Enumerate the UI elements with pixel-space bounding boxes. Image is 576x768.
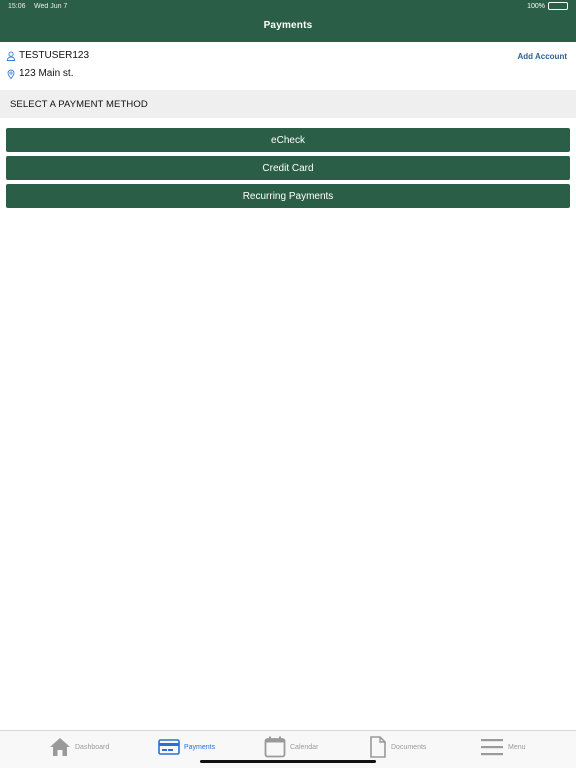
document-icon (369, 736, 387, 758)
status-right: 100% (527, 2, 568, 10)
status-date: Wed Jun 7 (34, 3, 68, 10)
tab-dashboard[interactable]: Dashboard (49, 735, 109, 759)
section-title: SELECT A PAYMENT METHOD (10, 99, 148, 110)
home-icon (49, 737, 71, 757)
tab-menu[interactable]: Menu (480, 735, 526, 759)
account-address-row: 123 Main st. (6, 68, 73, 79)
page-title: Payments (263, 20, 313, 31)
tab-calendar-label: Calendar (290, 743, 319, 751)
recurring-payments-button[interactable]: Recurring Payments (6, 184, 570, 208)
battery-percent: 100% (527, 2, 545, 10)
credit-card-icon (158, 739, 180, 755)
tab-payments-label: Payments (184, 743, 216, 751)
credit-card-button[interactable]: Credit Card (6, 156, 570, 180)
account-user-row: TESTUSER123 (6, 50, 89, 61)
echeck-button[interactable]: eCheck (6, 128, 570, 152)
add-account-link[interactable]: Add Account (518, 52, 567, 61)
menu-icon (480, 737, 504, 757)
account-info: TESTUSER123 123 Main st. Add Account (0, 42, 576, 90)
tab-dashboard-label: Dashboard (75, 743, 110, 751)
user-icon (6, 51, 16, 61)
account-address: 123 Main st. (19, 68, 74, 79)
calendar-icon (264, 736, 286, 758)
account-username: TESTUSER123 (19, 50, 90, 61)
tab-documents[interactable]: Documents (369, 735, 426, 759)
payment-method-section-header: SELECT A PAYMENT METHOD (0, 90, 576, 118)
header-bar: 15:06 Wed Jun 7 100% Payments (0, 0, 576, 42)
payments-screen: 15:06 Wed Jun 7 100% Payments TESTUSER12… (0, 0, 576, 768)
location-pin-icon (6, 69, 16, 79)
status-time: 15:06 (8, 3, 26, 10)
tab-menu-label: Menu (508, 743, 526, 751)
tab-documents-label: Documents (391, 743, 427, 751)
battery-icon (548, 2, 568, 10)
tab-payments[interactable]: Payments (158, 735, 215, 759)
tab-calendar[interactable]: Calendar (264, 735, 318, 759)
home-indicator (200, 760, 376, 763)
